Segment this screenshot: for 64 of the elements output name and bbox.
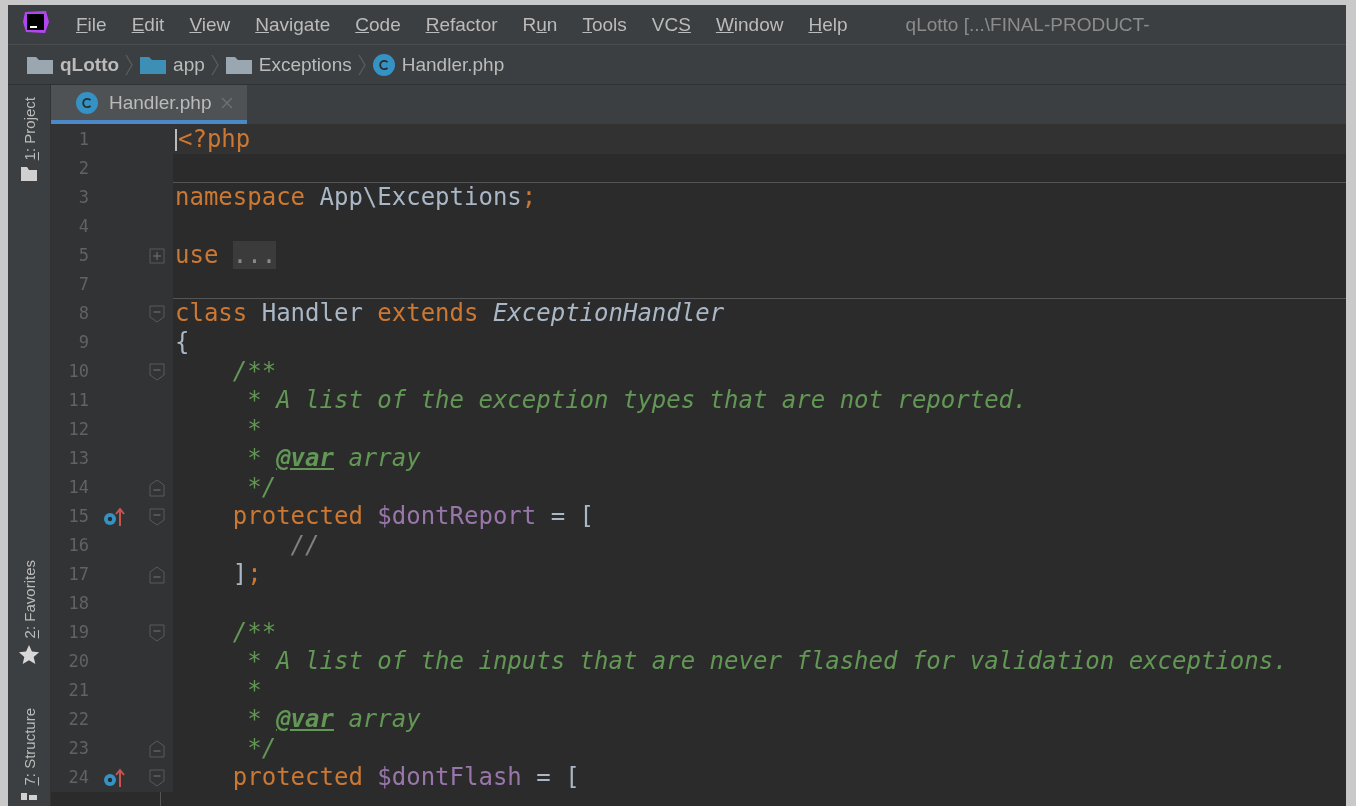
- code-line: use ...: [175, 241, 277, 270]
- code-line: //: [289, 531, 320, 560]
- menu-item[interactable]: Edit: [131, 13, 165, 36]
- tool-window-button[interactable]: 1: Project: [8, 85, 50, 189]
- tool-window-button[interactable]: 7: Structure: [8, 702, 50, 806]
- fold-icon[interactable]: [149, 768, 165, 787]
- code-line: * @var array: [246, 444, 421, 473]
- breadcrumb-item[interactable]: app: [139, 53, 205, 76]
- code-line: <?php: [178, 125, 251, 154]
- breadcrumb-item[interactable]: Handler.php: [371, 52, 505, 77]
- fold-icon[interactable]: [149, 623, 165, 642]
- code-line: ];: [231, 560, 262, 589]
- menu-item[interactable]: Window: [715, 13, 784, 36]
- folder-icon: [139, 54, 168, 75]
- override-marker-icon[interactable]: [103, 506, 125, 527]
- code-line: *: [246, 676, 262, 705]
- fold-icon[interactable]: [149, 565, 165, 584]
- code-line: /**: [231, 618, 277, 647]
- chevron-icon: [125, 53, 134, 76]
- chevron-icon: [210, 53, 219, 76]
- code-line: *: [246, 415, 262, 444]
- app-logo-icon: [22, 9, 50, 34]
- code-line: * A list of the inputs that are never flashed for validation exceptions.: [246, 647, 1288, 676]
- chevron-icon: [357, 53, 366, 76]
- tool-window-button[interactable]: 2: Favorites: [8, 554, 50, 673]
- breadcrumb-item[interactable]: qLotto: [26, 53, 120, 76]
- fold-icon[interactable]: [149, 739, 165, 758]
- breadcrumb-item[interactable]: Exceptions: [224, 53, 352, 76]
- class-icon: [75, 90, 99, 115]
- close-icon[interactable]: [221, 96, 234, 109]
- editor-tab[interactable]: Handler.php: [51, 85, 248, 124]
- menu-item[interactable]: Refactor: [425, 13, 498, 36]
- star-icon: [17, 644, 41, 667]
- code-line: */: [246, 473, 277, 502]
- folder-icon: [26, 54, 54, 75]
- folder-icon: [224, 54, 253, 75]
- code-line: class Handler extends ExceptionHandler: [175, 299, 725, 328]
- menu-item[interactable]: Tools: [582, 13, 627, 36]
- menu-item[interactable]: Run: [522, 13, 558, 36]
- code-line: * A list of the exception types that are not reported.: [246, 386, 1028, 415]
- menu-item[interactable]: Help: [808, 13, 848, 36]
- fold-icon[interactable]: [149, 478, 165, 497]
- code-line: * @var array: [246, 705, 421, 734]
- code-line: {: [175, 328, 190, 357]
- menu-item[interactable]: File: [76, 13, 107, 36]
- menu-item[interactable]: VCS: [651, 13, 691, 36]
- fold-icon[interactable]: [149, 362, 165, 381]
- menu-item[interactable]: View: [189, 13, 231, 36]
- code-line: protected $dontFlash = [: [231, 763, 580, 792]
- window-title: qLotto [...\FINAL-PRODUCT-: [905, 13, 1150, 36]
- menu-item[interactable]: Navigate: [255, 13, 331, 36]
- structure-icon: [20, 792, 38, 800]
- fold-icon[interactable]: [149, 507, 165, 526]
- folder-icon: [20, 166, 38, 183]
- fold-icon[interactable]: [149, 304, 165, 323]
- menu-item[interactable]: Code: [355, 13, 401, 36]
- code-line: protected $dontReport = [: [231, 502, 595, 531]
- expand-icon[interactable]: [149, 247, 165, 264]
- code-line: */: [246, 734, 277, 763]
- override-marker-icon[interactable]: [103, 767, 125, 788]
- code-line: namespace App\Exceptions;: [175, 183, 537, 212]
- class-icon: [371, 52, 396, 77]
- text-cursor: [175, 128, 177, 151]
- code-line: /**: [231, 357, 277, 386]
